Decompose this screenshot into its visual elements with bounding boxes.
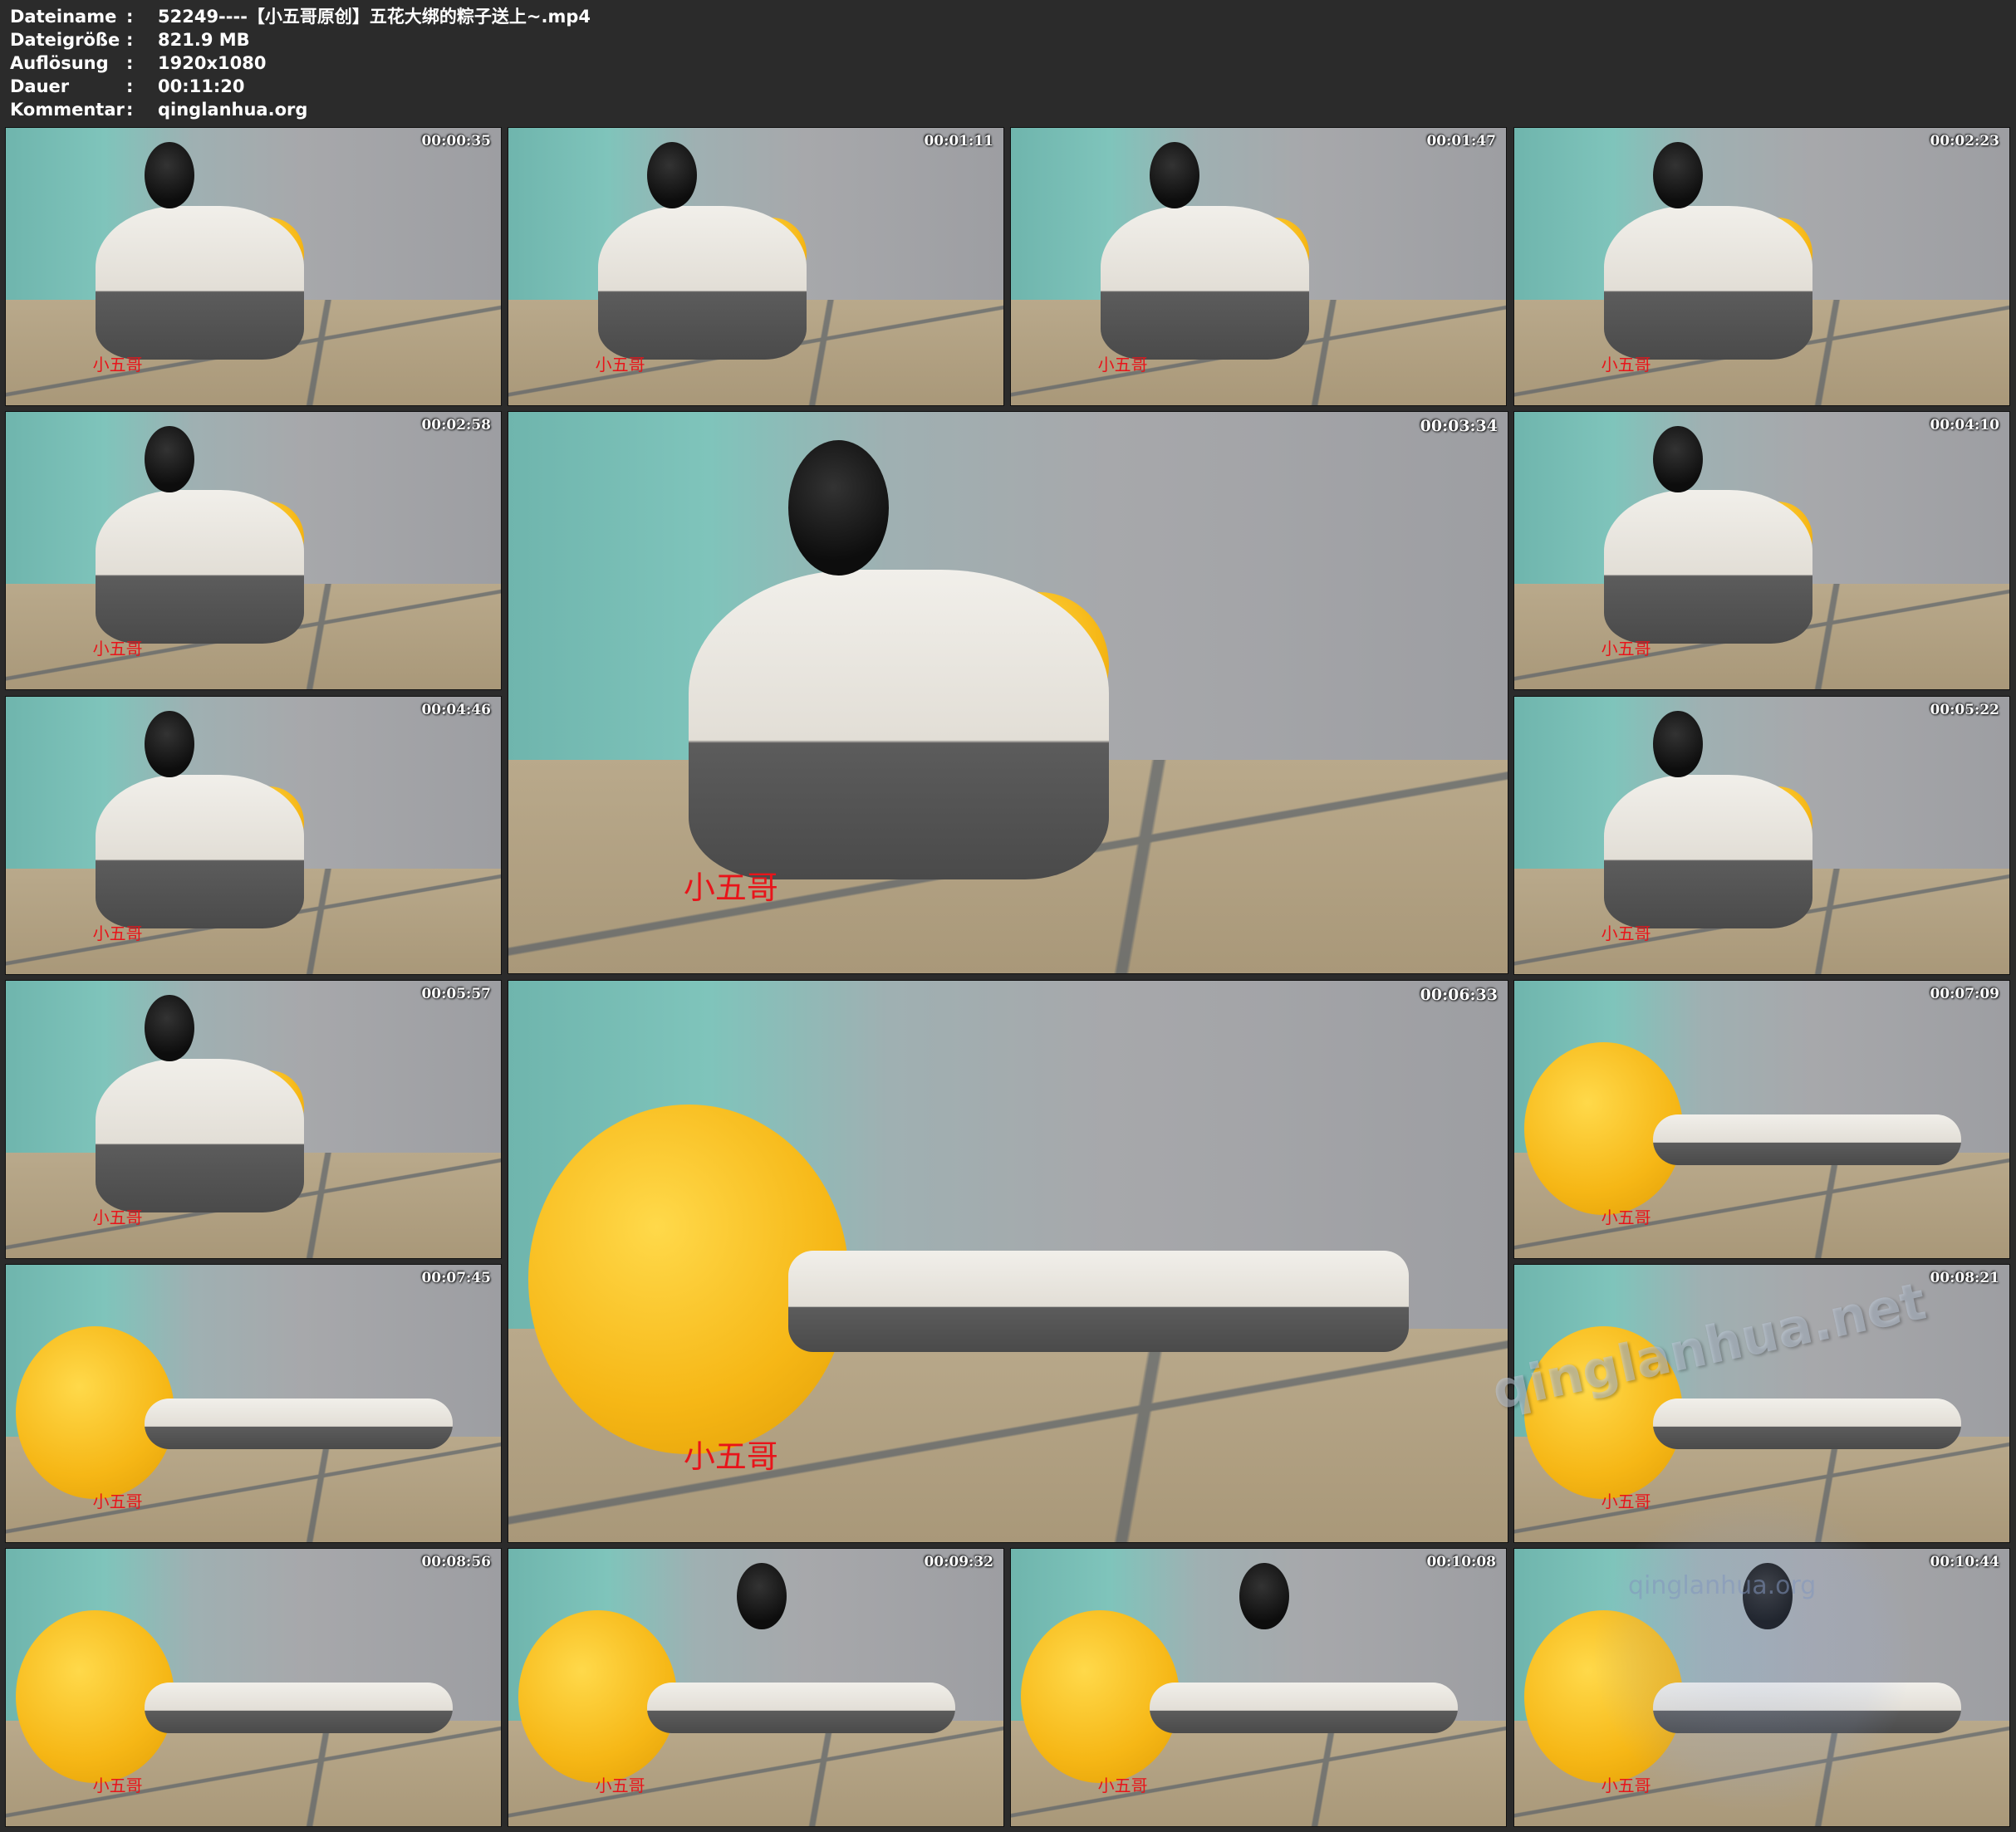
thumbnail-timestamp: 00:10:08 <box>1426 1554 1496 1570</box>
thumbnail-timestamp: 00:06:33 <box>1420 986 1498 1004</box>
masked-head <box>647 141 698 209</box>
video-thumbnail: 00:09:32 小五哥 <box>508 1548 1004 1827</box>
thumbnail-timestamp: 00:02:23 <box>1930 133 1999 149</box>
video-thumbnail: 00:10:08 小五哥 <box>1010 1548 1507 1827</box>
person-figure <box>1653 1114 1962 1165</box>
thumbnail-timestamp: 00:00:35 <box>421 133 491 149</box>
video-thumbnail: 00:01:11 小五哥 <box>508 127 1004 406</box>
video-watermark: 小五哥 <box>683 869 778 907</box>
thumbnail-timestamp: 00:07:45 <box>421 1270 491 1286</box>
video-watermark: 小五哥 <box>1601 1207 1651 1227</box>
site-logo-watermark <box>1595 1495 1911 1810</box>
masked-head <box>737 1562 787 1630</box>
video-thumbnail: 00:00:35 小五哥 <box>5 127 502 406</box>
person-figure <box>95 1059 304 1212</box>
video-thumbnail: 00:05:22 小五哥 <box>1513 696 2010 975</box>
person-figure <box>1603 206 1812 360</box>
masked-head <box>1653 425 1704 493</box>
video-watermark: 小五哥 <box>1601 638 1651 659</box>
person-figure <box>1100 206 1309 360</box>
person-figure <box>1603 490 1812 644</box>
video-watermark: 小五哥 <box>1601 1775 1651 1795</box>
person-figure <box>145 1683 454 1733</box>
thumbnail-timestamp: 00:05:22 <box>1930 702 1999 718</box>
video-thumbnail: 00:03:34 小五哥 <box>508 411 1508 974</box>
thumbnail-timestamp: 00:04:46 <box>421 702 491 718</box>
video-watermark: 小五哥 <box>92 1491 143 1511</box>
masked-head <box>1150 141 1200 209</box>
thumbnail-timestamp: 00:10:44 <box>1930 1554 1999 1570</box>
thumbnail-timestamp: 00:05:57 <box>421 986 491 1002</box>
person-figure <box>788 1251 1410 1353</box>
masked-head <box>145 425 195 493</box>
video-thumbnail: 00:08:56 小五哥 <box>5 1548 502 1827</box>
thumbnail-timestamp: 00:02:58 <box>421 417 491 434</box>
person-figure <box>1653 1398 1962 1449</box>
video-thumbnail: 00:06:33 小五哥 <box>508 980 1508 1543</box>
masked-head <box>1653 710 1704 778</box>
thumbnail-timestamp: 00:08:56 <box>421 1554 491 1570</box>
thumbnail-timestamp: 00:09:32 <box>924 1554 993 1570</box>
thumbnail-timestamp: 00:04:10 <box>1930 417 1999 434</box>
video-watermark: 小五哥 <box>92 354 143 375</box>
masked-head <box>788 439 889 576</box>
video-thumbnail: 00:02:23 小五哥 <box>1513 127 2010 406</box>
video-watermark: 小五哥 <box>92 1207 143 1227</box>
video-thumbnail: 00:04:46 小五哥 <box>5 696 502 975</box>
person-figure <box>688 569 1109 879</box>
video-watermark: 小五哥 <box>92 638 143 659</box>
video-watermark: 小五哥 <box>1097 354 1148 375</box>
person-figure <box>647 1683 956 1733</box>
masked-head <box>145 141 195 209</box>
person-figure <box>95 775 304 928</box>
video-thumbnail: 00:07:45 小五哥 <box>5 1264 502 1543</box>
person-figure <box>145 1398 454 1449</box>
person-figure <box>95 206 304 360</box>
person-figure <box>1603 775 1812 928</box>
masked-head <box>1239 1562 1289 1630</box>
video-thumbnail: 00:05:57 小五哥 <box>5 980 502 1259</box>
thumbnail-timestamp: 00:08:21 <box>1930 1270 1999 1286</box>
video-watermark: 小五哥 <box>92 1775 143 1795</box>
masked-head <box>145 710 195 778</box>
video-watermark: 小五哥 <box>595 354 645 375</box>
video-thumbnail: 00:02:58 小五哥 <box>5 411 502 690</box>
site-watermark-small: qinglanhua.org <box>1628 1571 1817 1600</box>
thumbnail-timestamp: 00:01:47 <box>1426 133 1496 149</box>
thumbnail-timestamp: 00:01:11 <box>924 133 993 149</box>
video-thumbnail: 00:07:09 小五哥 <box>1513 980 2010 1259</box>
person-figure <box>597 206 807 360</box>
video-thumbnail: 00:01:47 小五哥 <box>1010 127 1507 406</box>
thumbnail-timestamp: 00:07:09 <box>1930 986 1999 1002</box>
person-figure <box>1150 1683 1459 1733</box>
person-figure <box>95 490 304 644</box>
thumbnail-timestamp: 00:03:34 <box>1420 417 1498 435</box>
masked-head <box>1653 141 1704 209</box>
video-watermark: 小五哥 <box>92 923 143 943</box>
video-watermark: 小五哥 <box>1601 1491 1651 1511</box>
video-watermark: 小五哥 <box>1601 923 1651 943</box>
video-watermark: 小五哥 <box>595 1775 645 1795</box>
video-watermark: 小五哥 <box>1097 1775 1148 1795</box>
video-watermark: 小五哥 <box>683 1438 778 1476</box>
masked-head <box>145 994 195 1062</box>
video-thumbnail: 00:04:10 小五哥 <box>1513 411 2010 690</box>
video-watermark: 小五哥 <box>1601 354 1651 375</box>
